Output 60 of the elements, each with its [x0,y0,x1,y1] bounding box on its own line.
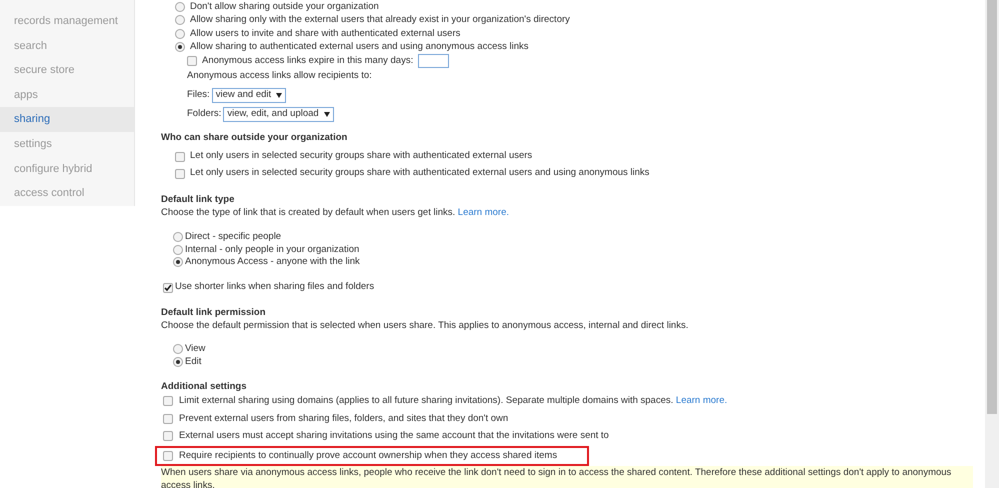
option-label: Allow sharing to authenticated external users and using anonymous access links [190,40,528,54]
learn-more-link[interactable]: Learn more. [458,207,510,218]
dropdown[interactable]: view and edit [212,88,286,102]
sidebar-item[interactable]: secure store [0,58,134,83]
radio-button[interactable] [173,344,183,354]
radio-button[interactable] [173,257,183,268]
sidebar-item[interactable]: apps [0,82,134,108]
option-label: Allow sharing only with the external users that already exist in your organization's directory [190,13,570,28]
option-label: Require recipients to continually prove account ownership when they access shared items [179,448,558,463]
option-label: Let only users in selected security groups share with authenticated external users and using anonymous links [190,166,650,180]
section-description: Choose the type of link that is created by default when users get links. Learn more. [161,206,510,219]
radio-button[interactable] [175,28,185,39]
option-label: Anonymous Access - anyone with the link [185,255,360,270]
scrollbar-thumb[interactable] [987,0,997,414]
section-description: Choose the default permission that is selected when users share. This applies to anonymous access, internal and direct links. [161,318,690,332]
days-field[interactable] [418,54,450,68]
files-label: Files: [187,88,210,102]
option-label: Limit external sharing using domains (applies to all future sharing invitations). Separate multiple domains with spaces. Learn more. [179,394,728,408]
option-label: Internal - only people in your organization [185,242,360,257]
section-heading: Default link permission [161,306,267,318]
checkbox[interactable] [163,282,173,292]
option-label: View [185,342,206,356]
sidebar-item[interactable]: access control [0,181,134,206]
sidebar-item[interactable]: records management [0,9,134,34]
option-label: Don't allow sharing outside your organization [190,0,379,14]
option-label: Allow users to invite and share with authenticated external users [190,26,460,41]
sidebar-item[interactable]: sharing [0,107,134,132]
checkbox[interactable] [163,431,173,442]
radio-button[interactable] [173,232,183,242]
option-label: Let only users in selected security groups share with authenticated external users [190,149,532,164]
option-label: Direct - specific people [185,230,282,244]
caret-icon [324,112,330,116]
section-heading: Default link type [161,193,236,206]
section-heading: Additional settings [161,380,248,392]
sidebar-item[interactable]: settings [0,132,134,157]
radio-button[interactable] [175,42,185,52]
sidebar-item[interactable]: search [0,34,134,58]
option-label: Edit [185,354,202,369]
caret-icon [276,92,282,98]
checkbox[interactable] [163,396,173,406]
dropdown[interactable]: view, edit, and upload [223,106,334,122]
checkbox[interactable] [187,56,197,66]
learn-more-link[interactable]: Learn more. [676,395,728,406]
info-note: When users share via anonymous access links, people who receive the link don't need to sign in to access the shared content. Therefore these additional settings don't apply to anonymous access links. [161,466,973,488]
folders-label: Folders: [187,106,222,121]
radio-button[interactable] [173,244,183,255]
recipients-label: Anonymous access links allow recipients to: [187,69,373,83]
radio-button[interactable] [175,2,185,12]
section-heading: Who can share outside your organization [161,131,348,144]
checkbox[interactable] [163,451,173,461]
radio-button[interactable] [173,357,183,367]
option-label: Prevent external users from sharing files, folders, and sites that they don't own [179,412,508,426]
checkbox[interactable] [175,152,185,162]
checkbox[interactable] [175,168,185,178]
option-label: Anonymous access links expire in this many days: [202,54,414,68]
radio-button[interactable] [175,15,185,26]
option-label: External users must accept sharing invitations using the same account that the invitations were sent to [179,429,609,444]
option-label: Use shorter links when sharing files and folders [175,280,374,294]
sidebar-item[interactable]: configure hybrid [0,156,134,182]
checkbox[interactable] [163,414,173,424]
